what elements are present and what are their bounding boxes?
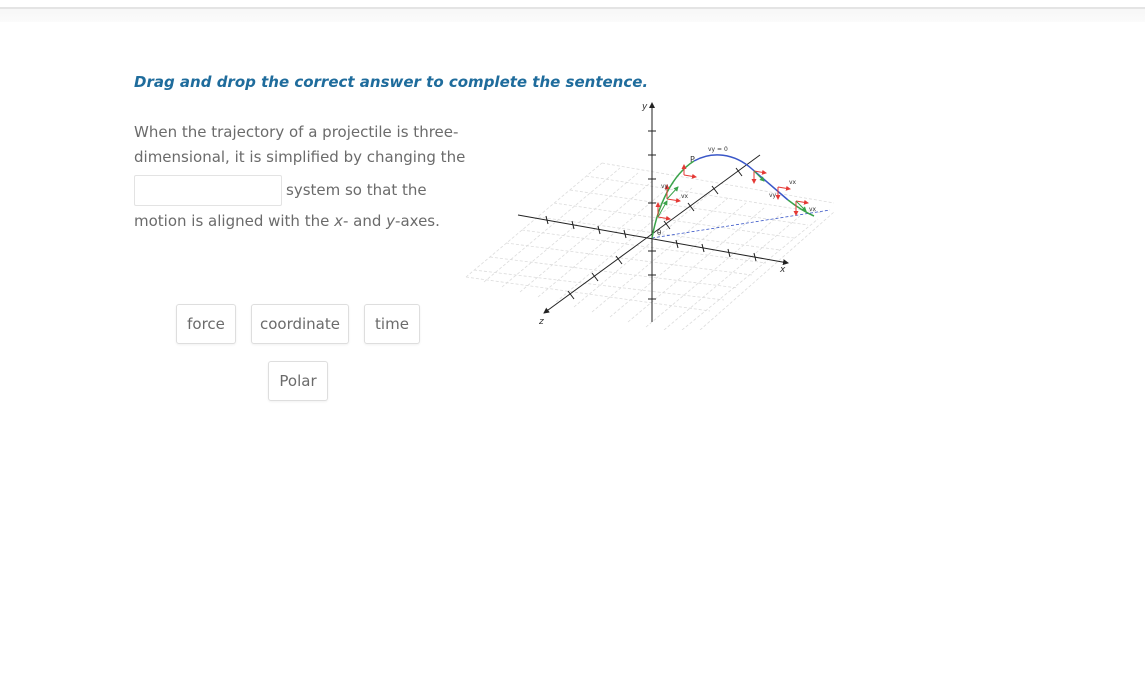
trajectory-diagram: y x z θ P vy = 0 vx vy vx vy vx — [465, 102, 835, 330]
drop-row: system so that the — [134, 174, 454, 206]
y-axis-label: y — [641, 102, 648, 112]
vx-label-3: vx — [809, 206, 817, 213]
sentence-line-1: When the trajectory of a projectile is t… — [134, 123, 459, 141]
vx-label-1: vx — [681, 193, 689, 200]
vy-label-2: vy — [769, 192, 777, 199]
choice-time[interactable]: time — [364, 304, 420, 344]
ground-grid — [465, 162, 835, 330]
choice-coordinate[interactable]: coordinate — [251, 304, 349, 344]
choice-polar[interactable]: Polar — [268, 361, 328, 401]
sentence-after-blank: system so that the — [286, 180, 427, 199]
answer-drop-zone[interactable] — [134, 174, 282, 206]
sentence-line-2: dimensional, it is simplified by changin… — [134, 148, 466, 166]
sentence-line-4: motion is aligned with the x- and y-axes… — [134, 212, 440, 230]
point-p-label: P — [690, 155, 695, 164]
top-bar — [0, 0, 1145, 22]
x-axis-label: x — [779, 265, 786, 275]
trajectory-figure: y x z θ P vy = 0 vx vy vx vy vx — [462, 95, 842, 330]
vy-zero-label: vy = 0 — [708, 146, 728, 153]
vx-label-2: vx — [789, 179, 797, 186]
z-axis-label: z — [538, 317, 544, 327]
vy-label-1: vy — [661, 183, 669, 190]
theta-label: θ — [657, 229, 661, 237]
y-variable: y — [386, 212, 396, 230]
axes — [517, 102, 789, 322]
choice-force[interactable]: force — [176, 304, 236, 344]
question-sentence: When the trajectory of a projectile is t… — [134, 120, 466, 234]
instruction-text: Drag and drop the correct answer to comp… — [134, 73, 649, 91]
x-variable: x — [334, 212, 343, 230]
